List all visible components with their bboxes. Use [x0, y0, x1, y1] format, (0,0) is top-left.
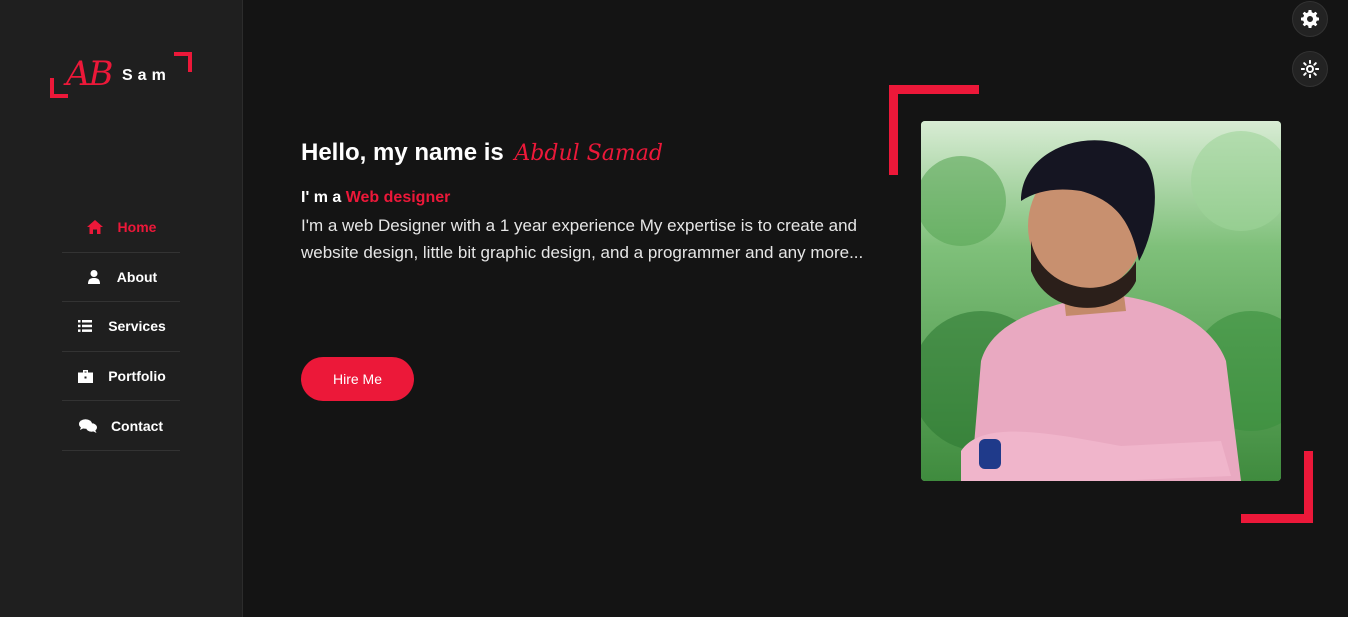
role-title: Web designer: [345, 189, 451, 206]
briefcase-icon: [76, 368, 94, 384]
logo-name: Sam: [122, 67, 171, 84]
hero-section: Hello, my name is Abdul Samad I' m a Web…: [301, 138, 881, 266]
main-nav: Home About Services Portfolio Contact: [62, 203, 180, 451]
list-icon: [76, 318, 94, 334]
theme-toggle-button[interactable]: [1292, 51, 1328, 87]
nav-item-contact[interactable]: Contact: [62, 401, 180, 451]
user-icon: [85, 269, 103, 285]
nav-item-label: About: [116, 268, 158, 285]
comments-icon: [78, 418, 97, 434]
nav-item-services[interactable]: Services: [62, 302, 180, 352]
hero-heading: Hello, my name is Abdul Samad: [301, 138, 881, 169]
nav-item-label: Contact: [110, 417, 164, 434]
sidebar: AB Sam Home About Services Portfolio Con…: [0, 0, 243, 617]
logo[interactable]: AB Sam: [50, 50, 192, 100]
nav-item-label: Portfolio: [108, 368, 166, 385]
logo-mark: AB: [66, 54, 114, 94]
nav-item-about[interactable]: About: [62, 253, 180, 303]
nav-item-label: Services: [108, 318, 166, 335]
role-prefix: I' m a: [301, 189, 342, 206]
home-icon: [86, 219, 104, 235]
nav-item-label: Home: [117, 219, 157, 236]
nav-item-home[interactable]: Home: [62, 203, 180, 253]
hero-name: Abdul Samad: [514, 141, 663, 166]
hero-role: I' m a Web designer: [301, 189, 881, 207]
hire-me-button[interactable]: Hire Me: [301, 357, 414, 401]
hero-description: I'm a web Designer with a 1 year experie…: [301, 216, 864, 262]
gear-icon: [1301, 10, 1319, 28]
profile-photo: [921, 121, 1281, 481]
logo-corner-right: [174, 52, 192, 72]
photo-frame-corner-bottom-right: [1241, 451, 1313, 523]
nav-item-portfolio[interactable]: Portfolio: [62, 352, 180, 402]
sun-icon: [1301, 60, 1319, 78]
settings-button[interactable]: [1292, 1, 1328, 37]
hero-greeting: Hello, my name is: [301, 139, 504, 166]
